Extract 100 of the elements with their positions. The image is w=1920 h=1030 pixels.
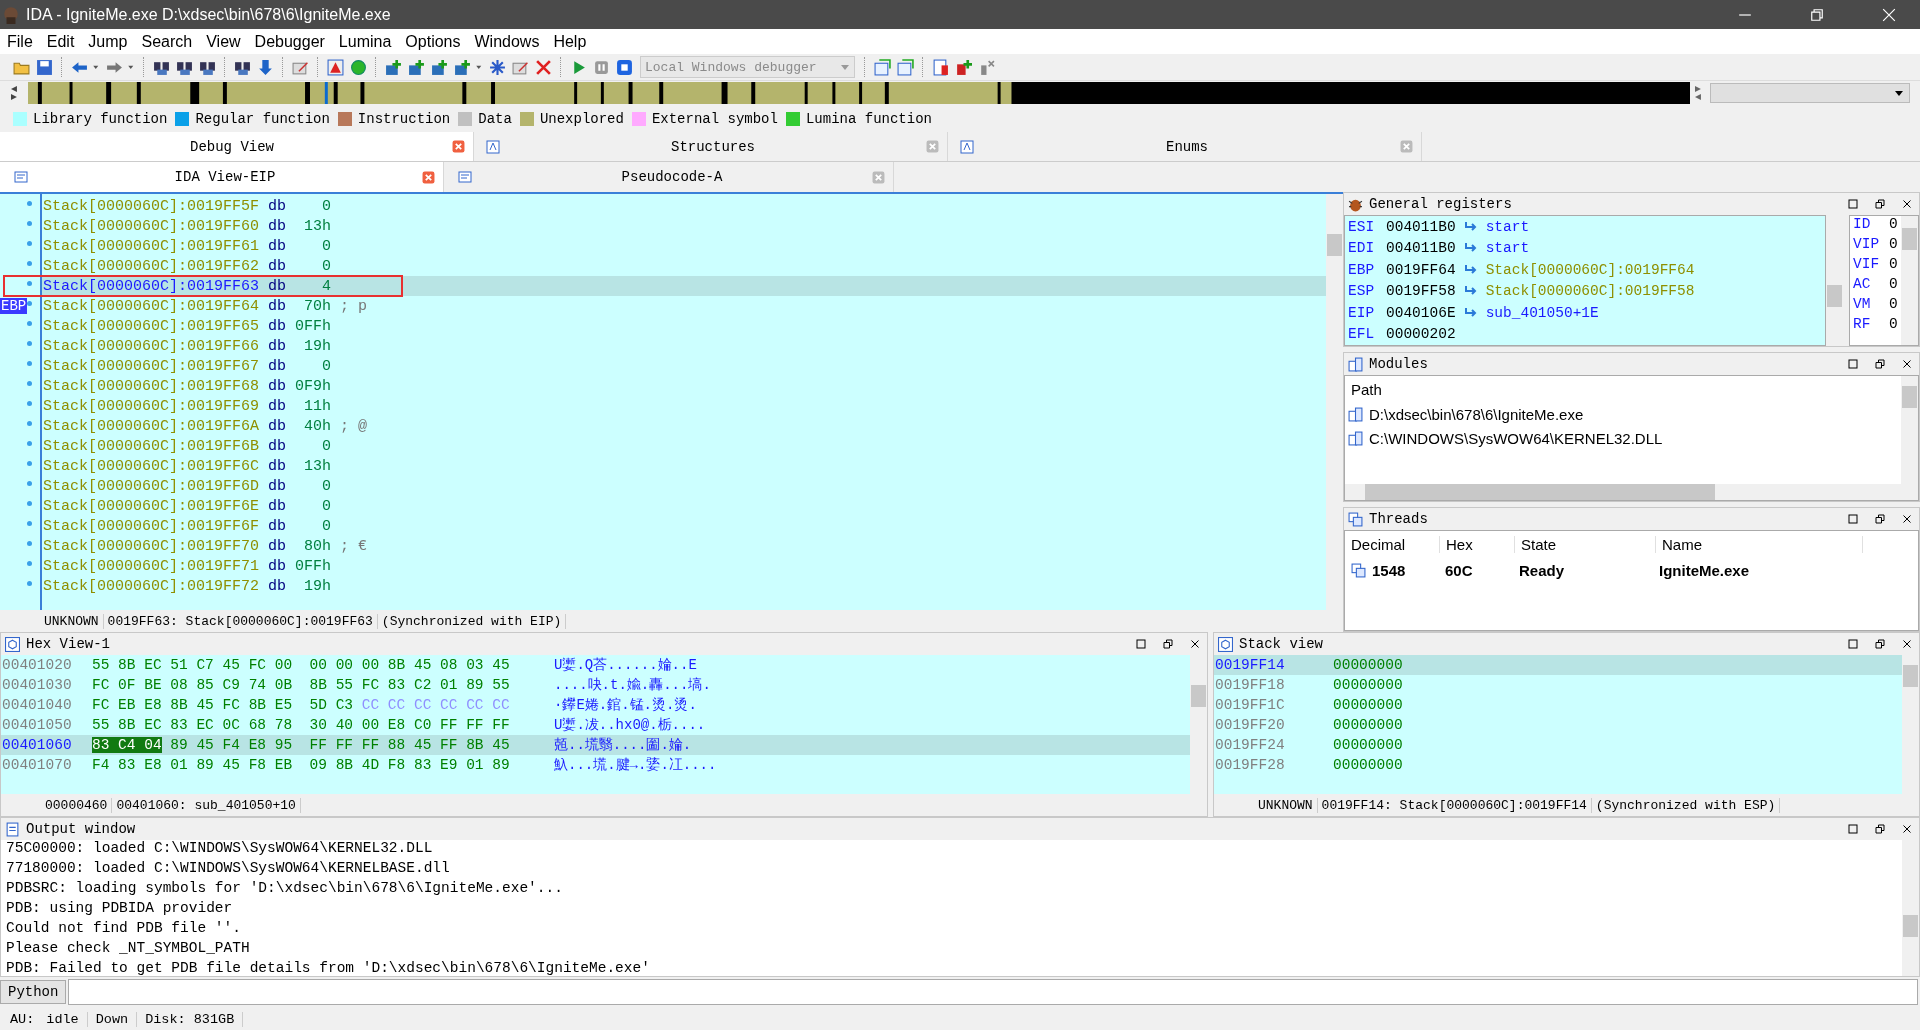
navigation-arrows-icon[interactable] <box>10 84 18 102</box>
stack-value: 00000000 <box>1333 737 1403 753</box>
menu-item[interactable]: Windows <box>467 32 547 51</box>
caret-icon[interactable] <box>1894 88 1904 98</box>
register-value: 004011B0 <box>1386 218 1456 235</box>
asterisk-icon[interactable] <box>489 58 506 76</box>
module-path[interactable]: C:\WINDOWS\SysWOW64\KERNEL32.DLL <box>1369 429 1663 447</box>
module-path[interactable]: D:\xdsec\bin\678\6\IgniteMe.exe <box>1369 405 1584 423</box>
menu-item[interactable]: View <box>199 32 248 51</box>
close-icon[interactable] <box>1901 198 1913 210</box>
hex-bytes: CC CC CC CC CC CC <box>361 697 510 713</box>
trace-icon[interactable] <box>874 58 891 76</box>
plus-icon[interactable] <box>454 58 471 76</box>
code-address: Stack[0000060C]:0019FF71 <box>43 557 260 575</box>
status-text: 00401060: sub_401050+10 <box>112 797 301 813</box>
stack-address: 0019FF18 <box>1214 677 1286 693</box>
log-line: Could not find PDB file ''. <box>6 920 242 938</box>
code-address: Stack[0000060C]:0019FF68 <box>43 377 260 395</box>
plug-icon[interactable] <box>978 58 995 76</box>
column-header[interactable]: Decimal <box>1345 535 1440 553</box>
menu-item[interactable]: Edit <box>39 32 82 51</box>
code-mnemonic: db <box>268 577 287 595</box>
trace-icon[interactable] <box>897 58 914 76</box>
close-icon[interactable] <box>1901 638 1913 650</box>
menu-item[interactable]: Jump <box>81 32 135 51</box>
maximize-icon[interactable] <box>1847 513 1859 525</box>
tab-close-icon[interactable] <box>422 170 435 184</box>
register-name: EFL <box>1348 326 1376 343</box>
command-input[interactable] <box>68 979 1918 1005</box>
menu-item[interactable]: Help <box>546 32 594 51</box>
plus-icon[interactable] <box>408 58 425 76</box>
plus-icon[interactable] <box>955 58 972 76</box>
column-header[interactable]: Name <box>1656 535 1863 553</box>
maximize-icon[interactable] <box>1135 638 1147 650</box>
scrollbar[interactable] <box>1345 484 1901 500</box>
restore-icon[interactable] <box>1874 638 1886 650</box>
down-arrow-icon[interactable] <box>257 58 274 76</box>
restore-icon[interactable] <box>1874 823 1886 835</box>
column-header[interactable]: Path <box>1345 376 1901 402</box>
round-dot-icon[interactable] <box>350 58 367 76</box>
table-cell: IgniteMe.exe <box>1659 561 1750 579</box>
plus-icon[interactable] <box>385 58 402 76</box>
close-icon[interactable] <box>1901 358 1913 370</box>
close-icon[interactable] <box>1901 513 1913 525</box>
plus-icon[interactable] <box>431 58 448 76</box>
navigation-band[interactable] <box>27 82 1691 104</box>
jump-arrow-icon[interactable] <box>1463 220 1478 233</box>
column-header[interactable]: State <box>1515 535 1656 553</box>
column-header[interactable]: Hex <box>1440 535 1515 553</box>
pause-icon[interactable] <box>593 58 610 76</box>
scrollbar[interactable] <box>1901 376 1918 500</box>
hex-ascii: ·鑻E婘.錧.锰.烫.烫. <box>554 696 697 714</box>
tab-close-icon[interactable] <box>452 140 465 153</box>
restore-icon[interactable] <box>1162 638 1174 650</box>
menu-item[interactable]: File <box>0 32 40 51</box>
status-text: UNKNOWN <box>40 613 104 629</box>
code-mnemonic: db <box>268 437 287 455</box>
code-operand: 0 <box>321 197 332 215</box>
save-icon[interactable] <box>36 58 53 76</box>
register-target[interactable]: start <box>1485 218 1530 235</box>
panel-title: Threads <box>1369 511 1429 527</box>
scrollbar[interactable] <box>1326 194 1343 610</box>
module-icon <box>1348 356 1363 372</box>
menu-item[interactable]: Lumina <box>331 32 399 51</box>
restore-icon[interactable] <box>1874 198 1886 210</box>
close-icon[interactable] <box>1189 638 1201 650</box>
maximize-icon[interactable] <box>1847 358 1859 370</box>
hex-bytes: 83 C4 04 <box>92 737 162 753</box>
register-target[interactable]: start <box>1485 240 1530 257</box>
code-mnemonic: db <box>268 197 287 215</box>
warning-icon[interactable] <box>327 58 344 76</box>
close-icon[interactable] <box>1901 823 1913 835</box>
menu-item[interactable]: Options <box>398 32 468 51</box>
bullet-icon <box>27 240 32 246</box>
code-mnemonic: db <box>268 417 287 435</box>
scrollbar[interactable] <box>1902 840 1919 976</box>
code-operand: 0 <box>321 437 332 455</box>
register-target[interactable]: sub_401050+1E <box>1485 304 1599 321</box>
document-icon[interactable] <box>932 58 949 76</box>
code-mnemonic: db <box>268 497 287 515</box>
tab[interactable]: Debug View <box>0 132 474 161</box>
jump-arrow-icon[interactable] <box>1463 263 1478 276</box>
navigation-arrows-icon[interactable] <box>1694 84 1703 102</box>
hex-bytes: 55 8B EC 83 EC 0C 68 78 30 40 00 E8 C0 FF FF FF <box>92 717 510 733</box>
language-button[interactable]: Python <box>0 980 67 1004</box>
tab[interactable]: IDA View-EIP <box>0 162 444 192</box>
jump-arrow-icon[interactable] <box>1463 306 1478 319</box>
stop-icon[interactable] <box>616 58 633 76</box>
maximize-icon[interactable] <box>1847 198 1859 210</box>
hex-address: 00401040 <box>1 697 73 713</box>
maximize-icon[interactable] <box>1847 823 1859 835</box>
restore-icon[interactable] <box>1874 513 1886 525</box>
maximize-icon[interactable] <box>1847 638 1859 650</box>
code-operand: 19h <box>303 577 332 595</box>
restore-icon[interactable] <box>1874 358 1886 370</box>
menu-item[interactable]: Search <box>134 32 200 51</box>
code-mnemonic: db <box>268 557 287 575</box>
table-cell: 60C <box>1445 561 1473 579</box>
code-address: Stack[0000060C]:0019FF72 <box>43 577 260 595</box>
menu-item[interactable]: Debugger <box>247 32 332 51</box>
